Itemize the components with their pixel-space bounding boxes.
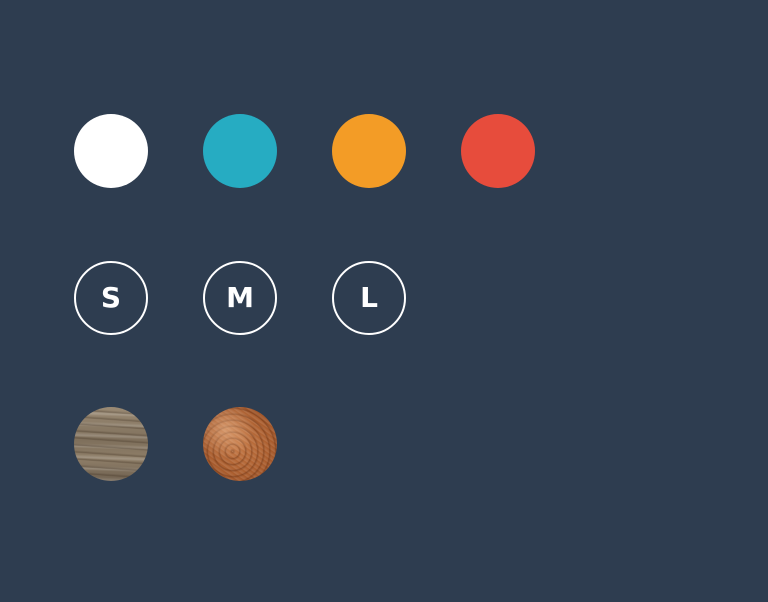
option-selector-canvas: S M L [0,0,768,602]
size-option-large[interactable]: L [332,261,406,335]
color-swatch-red[interactable] [461,114,535,188]
color-swatch-teal[interactable] [203,114,277,188]
material-swatch-wood[interactable] [74,407,148,481]
size-option-medium[interactable]: M [203,261,277,335]
size-option-small[interactable]: S [74,261,148,335]
color-swatch-orange[interactable] [332,114,406,188]
material-swatch-leather[interactable] [203,407,277,481]
color-swatch-white[interactable] [74,114,148,188]
